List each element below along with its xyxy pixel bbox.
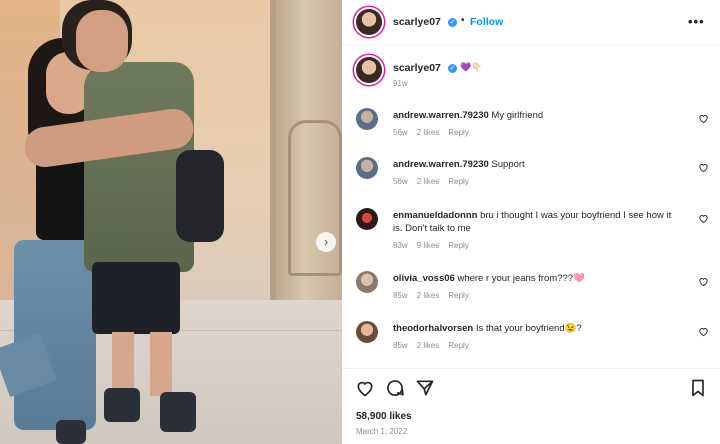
heart-icon[interactable] (698, 162, 709, 173)
photo-figure-shoe (104, 388, 140, 422)
heart-icon[interactable] (698, 276, 709, 287)
verified-badge-icon: ✓ (448, 18, 457, 27)
caption-username[interactable]: scarlye07 (393, 62, 441, 74)
share-icon[interactable] (415, 378, 435, 398)
caption-text: 💜👇🏻 (460, 62, 483, 72)
author-avatar[interactable] (356, 9, 382, 35)
comment-meta: 85w 2 likes Reply (393, 291, 469, 300)
reply-button[interactable]: Reply (448, 291, 468, 300)
screenshot-frame: › scarlye07 ✓ • Follow ••• scarlye07 ✓ 💜… (0, 0, 720, 444)
post-date: March 1, 2022 (356, 427, 408, 436)
likes-count[interactable]: 58,900 likes (356, 411, 412, 422)
commenter-avatar[interactable] (356, 157, 378, 179)
more-options-icon[interactable]: ••• (688, 14, 705, 29)
caption-timestamp: 91w (393, 79, 408, 88)
photo-figure-leg-right (150, 332, 172, 396)
reply-button[interactable]: Reply (448, 128, 468, 137)
commenter-avatar[interactable] (356, 108, 378, 130)
comment-icon[interactable] (385, 378, 405, 398)
post-photo[interactable]: › (0, 0, 342, 444)
commenter-avatar[interactable] (356, 208, 378, 230)
comment-meta: 83w 9 likes Reply (393, 241, 469, 250)
comment-meta: 56w 2 likes Reply (393, 177, 469, 186)
reply-button[interactable]: Reply (448, 177, 468, 186)
follow-button[interactable]: Follow (470, 16, 503, 28)
comment-meta: 85w 2 likes Reply (393, 341, 469, 350)
chevron-right-icon[interactable]: › (316, 232, 336, 252)
photo-figure-face (76, 10, 128, 72)
comment-meta: 56w 2 likes Reply (393, 128, 469, 137)
photo-figure-leg-left (112, 332, 134, 392)
photo-figure-backpack (176, 150, 224, 242)
photo-figure-shoe (56, 420, 86, 444)
photo-door-panel (288, 120, 342, 276)
post-header: scarlye07 ✓ • Follow ••• (342, 0, 720, 45)
photo-figure-shoe (160, 392, 196, 432)
comment-text: theodorhalvorsen Is that your boyfriend😉… (393, 323, 582, 334)
caption-avatar[interactable] (356, 57, 382, 83)
comment-text: enmanueldadonnn bru i thought I was your… (393, 210, 672, 234)
post-sidebar: scarlye07 ✓ • Follow ••• scarlye07 ✓ 💜👇🏻… (342, 0, 720, 444)
commenter-avatar[interactable] (356, 321, 378, 343)
heart-icon[interactable] (698, 113, 709, 124)
photo-figure-shorts (92, 262, 180, 334)
actions-divider (342, 368, 720, 369)
reply-button[interactable]: Reply (448, 341, 468, 350)
like-heart-icon[interactable] (355, 378, 375, 398)
separator-dot: • (461, 15, 465, 26)
photo-figure-jeans (14, 240, 96, 430)
heart-icon[interactable] (698, 326, 709, 337)
heart-icon[interactable] (698, 213, 709, 224)
author-username[interactable]: scarlye07 (393, 16, 441, 28)
comment-text: andrew.warren.79230 Support (393, 159, 525, 170)
reply-button[interactable]: Reply (448, 241, 468, 250)
comment-text: andrew.warren.79230 My girlfriend (393, 110, 544, 121)
comment-text: olivia_voss06 where r your jeans from???… (393, 273, 585, 284)
commenter-avatar[interactable] (356, 271, 378, 293)
bookmark-icon[interactable] (688, 378, 708, 398)
verified-badge-icon: ✓ (448, 64, 457, 73)
